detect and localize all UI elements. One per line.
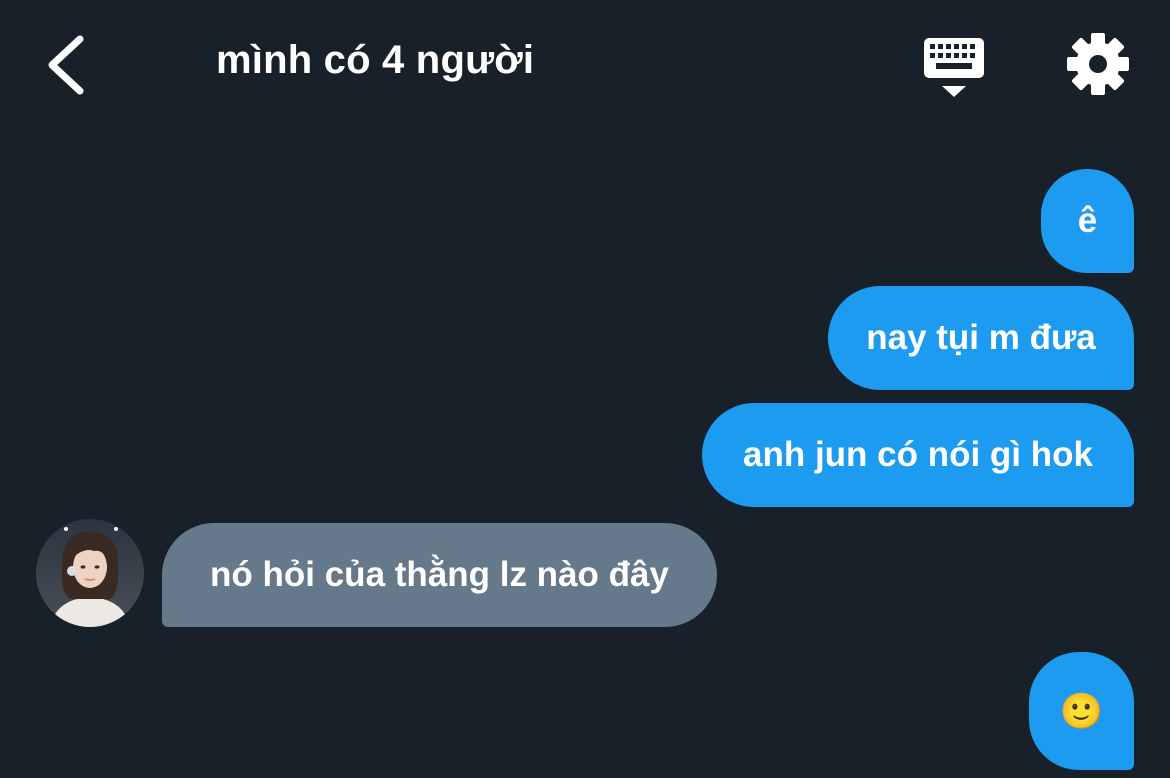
outgoing-message-bubble[interactable]: anh jun có nói gì hok xyxy=(702,403,1134,507)
sender-avatar[interactable] xyxy=(36,519,144,627)
outgoing-message-bubble[interactable]: nay tụi m đưa xyxy=(828,286,1134,390)
keyboard-toggle-button[interactable] xyxy=(920,34,988,100)
incoming-message-bubble[interactable]: nó hỏi của thằng lz nào đây xyxy=(162,523,717,627)
outgoing-message-bubble[interactable]: ê xyxy=(1041,169,1134,273)
chevron-left-icon xyxy=(48,35,84,95)
back-button[interactable] xyxy=(40,30,100,100)
gear-icon xyxy=(1067,33,1129,95)
settings-button[interactable] xyxy=(1066,32,1130,96)
keyboard-icon xyxy=(924,38,984,97)
avatar xyxy=(36,519,144,627)
outgoing-message-bubble[interactable]: 🙂 xyxy=(1029,652,1134,770)
conversation-title[interactable]: mình có 4 người xyxy=(216,38,534,83)
chat-header: mình có 4 người xyxy=(0,0,1170,130)
